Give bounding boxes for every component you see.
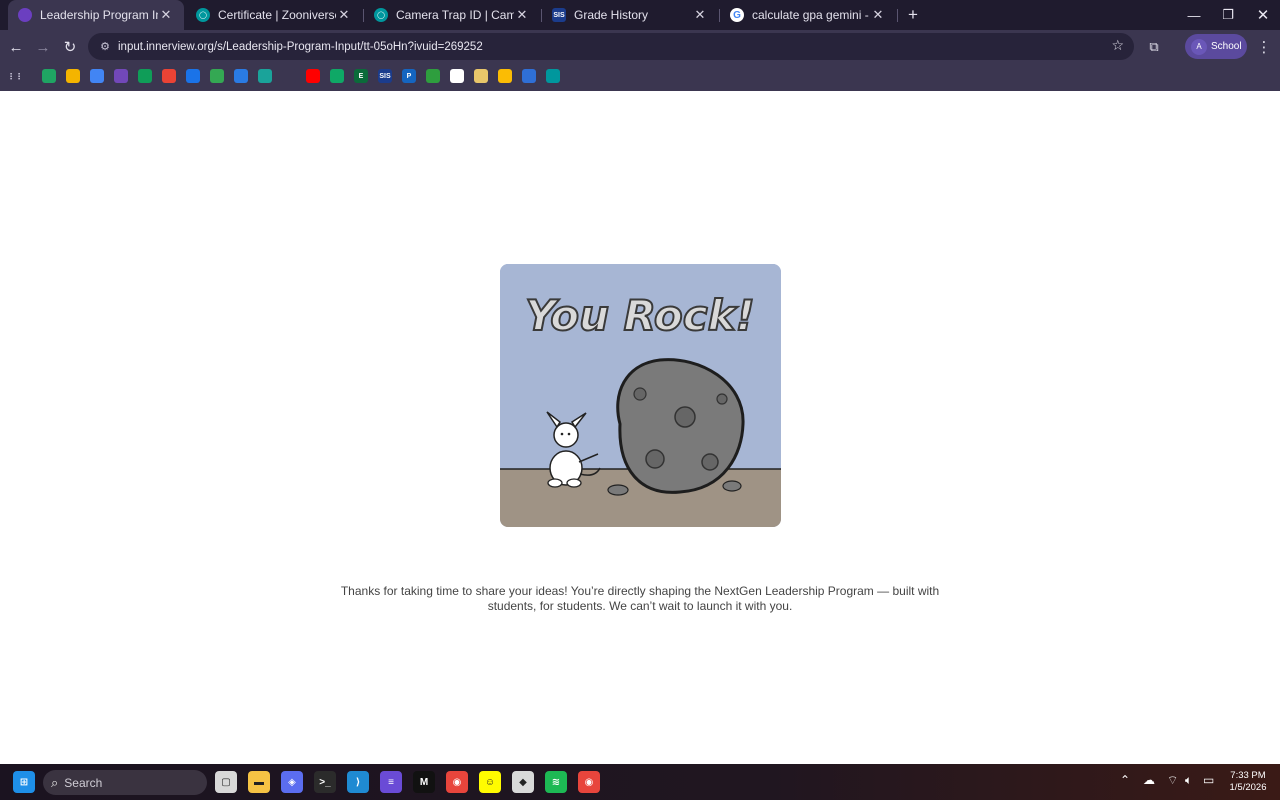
tab-leadership-program-input[interactable]: Leadership Program Input ✕	[8, 0, 184, 30]
spotify-icon[interactable]: ≋	[545, 771, 567, 793]
menu-kebab-icon[interactable]: ⋮	[1253, 36, 1275, 58]
windows-taskbar: ⊞ ⌕ Search ⌃ ☁ ⌔ 🔈︎ ▭ 7:33 PM 1/5/2026 ▢…	[0, 764, 1280, 800]
onedrive-icon[interactable]: ☁	[1143, 773, 1155, 787]
bookmark-app-icon[interactable]	[234, 69, 248, 83]
sis-icon[interactable]: SIS	[378, 69, 392, 83]
bookmark-app-icon[interactable]	[522, 69, 536, 83]
cast-search-icon[interactable]: ⧉	[1143, 36, 1165, 58]
battery-icon[interactable]: ▭	[1203, 773, 1214, 787]
youtube-icon[interactable]	[306, 69, 320, 83]
snapchat-icon[interactable]: ☺	[479, 771, 501, 793]
back-button[interactable]: ←	[5, 36, 27, 58]
url-text: input.innerview.org/s/Leadership-Program…	[118, 40, 483, 53]
you-rock-title: You Rock!	[525, 291, 754, 340]
bookmark-e-icon[interactable]: E	[354, 69, 368, 83]
bookmark-p-icon[interactable]: P	[402, 69, 416, 83]
zooniverse-icon: ◯	[374, 8, 388, 22]
tab-calculate-gpa-gemini[interactable]: G calculate gpa gemini - Google Search ✕	[720, 0, 896, 30]
you-rock-illustration: You Rock!	[500, 264, 781, 527]
google-forms-icon[interactable]	[114, 69, 128, 83]
gmail-icon[interactable]	[162, 69, 176, 83]
wifi-icon[interactable]: ⌔	[1167, 773, 1178, 788]
start-button[interactable]: ⊞	[13, 771, 35, 793]
google-icon: G	[730, 8, 744, 22]
task-view-icon[interactable]: ▢	[215, 771, 237, 793]
globe-icon[interactable]	[186, 69, 200, 83]
avatar: A	[1191, 38, 1207, 55]
bookmark-app-icon[interactable]	[450, 69, 464, 83]
address-bar[interactable]: ⚙ input.innerview.org/s/Leadership-Progr…	[88, 33, 1134, 60]
restore-button[interactable]: ❐	[1211, 0, 1245, 30]
openai-icon[interactable]	[282, 69, 296, 83]
tab-title: Certificate | Zooniverse	[218, 8, 336, 22]
bookmark-app-icon[interactable]	[330, 69, 344, 83]
search-label: Search	[64, 775, 103, 790]
tab-strip: Leadership Program Input ✕ ◯ Certificate…	[0, 0, 1280, 30]
google-docs-icon[interactable]	[90, 69, 104, 83]
tab-title: Camera Trap ID | Cameras for Conservatio…	[396, 8, 514, 22]
search-icon: ⌕	[51, 774, 59, 790]
copilot-icon[interactable]: ◈	[281, 771, 303, 793]
zooniverse-icon: ◯	[196, 8, 210, 22]
chevron-up-icon[interactable]: ⌃	[1120, 773, 1130, 787]
tab-camera-trap-id[interactable]: ◯ Camera Trap ID | Cameras for Conservat…	[364, 0, 540, 30]
close-icon[interactable]: ✕	[870, 7, 886, 23]
app-icon[interactable]: M	[413, 771, 435, 793]
google-keep-icon[interactable]	[498, 69, 512, 83]
minimize-button[interactable]: —	[1177, 0, 1211, 30]
terminal-icon[interactable]: >_	[314, 771, 336, 793]
profile-label: School	[1211, 41, 1242, 52]
tab-title: Leadership Program Input	[40, 8, 158, 22]
bookmark-app-icon[interactable]	[474, 69, 488, 83]
tab-separator	[897, 9, 898, 22]
apps-grid-icon[interactable]: ⋮⋮	[7, 69, 23, 83]
close-icon[interactable]: ✕	[158, 7, 174, 23]
tab-grade-history[interactable]: SIS Grade History ✕	[542, 0, 718, 30]
chrome-icon[interactable]: ◉	[446, 771, 468, 793]
clock-date: 1/5/2026	[1229, 782, 1267, 793]
google-drive-icon[interactable]	[42, 69, 56, 83]
bookmark-star-icon[interactable]: ☆	[1111, 37, 1124, 54]
close-window-button[interactable]: ✕	[1246, 0, 1280, 30]
vscode-icon[interactable]: ⟩	[347, 771, 369, 793]
tab-certificate-zooniverse[interactable]: ◯ Certificate | Zooniverse ✕	[186, 0, 362, 30]
taskbar-search[interactable]: ⌕ Search	[43, 770, 207, 795]
reload-button[interactable]: ↻	[59, 36, 81, 58]
bookmarks-bar: ⋮⋮ E SIS P	[0, 63, 1280, 91]
page-content: You Rock! Thanks for taking time to shar…	[0, 91, 1280, 764]
google-maps-icon[interactable]	[210, 69, 224, 83]
zooniverse-icon[interactable]	[546, 69, 560, 83]
browser-toolbar: ← → ↻ ⚙ input.innerview.org/s/Leadership…	[0, 30, 1280, 63]
tab-title: calculate gpa gemini - Google Search	[752, 8, 870, 22]
sis-icon: SIS	[552, 8, 566, 22]
thanks-message: Thanks for taking time to share your ide…	[340, 584, 940, 613]
profile-button[interactable]: A School	[1185, 34, 1247, 59]
app-icon[interactable]: ≡	[380, 771, 402, 793]
google-slides-icon[interactable]	[66, 69, 80, 83]
chrome-icon[interactable]: ◉	[578, 771, 600, 793]
file-explorer-icon[interactable]: ▬	[248, 771, 270, 793]
system-clock[interactable]: 7:33 PM 1/5/2026	[1222, 770, 1274, 794]
bookmark-app-icon[interactable]	[258, 69, 272, 83]
close-icon[interactable]: ✕	[692, 7, 708, 23]
forward-button[interactable]: →	[32, 36, 54, 58]
you-rock-svg: You Rock!	[500, 264, 781, 527]
new-tab-button[interactable]: +	[903, 5, 923, 25]
roblox-icon[interactable]: ◆	[512, 771, 534, 793]
innerview-icon	[18, 8, 32, 22]
close-icon[interactable]: ✕	[336, 7, 352, 23]
bookmark-flag-icon[interactable]	[426, 69, 440, 83]
site-settings-icon[interactable]: ⚙	[94, 40, 116, 53]
clock-time: 7:33 PM	[1230, 770, 1266, 781]
tab-title: Grade History	[574, 8, 649, 22]
volume-icon[interactable]: 🔈︎	[1185, 773, 1192, 788]
google-sheets-icon[interactable]	[138, 69, 152, 83]
close-icon[interactable]: ✕	[514, 7, 530, 23]
